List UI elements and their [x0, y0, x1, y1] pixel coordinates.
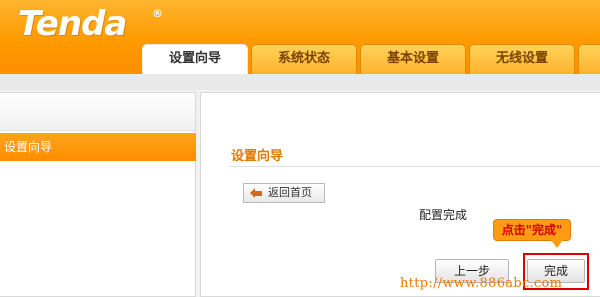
tab-overflow[interactable] [578, 44, 600, 74]
callout-pointer [551, 240, 563, 248]
back-arrow-icon [250, 188, 262, 198]
page-title: 设置向导 [231, 149, 284, 164]
top-header: Tenda ® 设置向导 系统状态 基本设置 无线设置 [0, 0, 600, 75]
tab-wireless-settings[interactable]: 无线设置 [469, 44, 575, 74]
registered-mark: ® [152, 7, 163, 20]
back-home-button[interactable]: 返回首页 [243, 183, 325, 203]
tab-basic-settings[interactable]: 基本设置 [360, 44, 466, 74]
status-text: 配置完成 [419, 208, 468, 222]
tenda-logo: Tenda [18, 4, 127, 44]
main-panel: 设置向导 返回首页 配置完成 点击"完成" 上一步 完成 [200, 92, 600, 297]
watermark-url: http://www.886abc.com [400, 276, 563, 291]
title-divider [229, 166, 600, 167]
tab-system-status[interactable]: 系统状态 [251, 44, 357, 74]
left-sidebar: 设置向导 [0, 92, 196, 297]
sidebar-item-setup-wizard[interactable]: 设置向导 [0, 133, 196, 161]
header-strip [0, 74, 600, 90]
click-finish-callout: 点击"完成" [493, 219, 571, 241]
tab-setup-wizard[interactable]: 设置向导 [142, 44, 248, 75]
sidebar-header [0, 93, 195, 131]
main-tabs: 设置向导 系统状态 基本设置 无线设置 [0, 44, 600, 75]
back-home-label: 返回首页 [268, 186, 312, 199]
